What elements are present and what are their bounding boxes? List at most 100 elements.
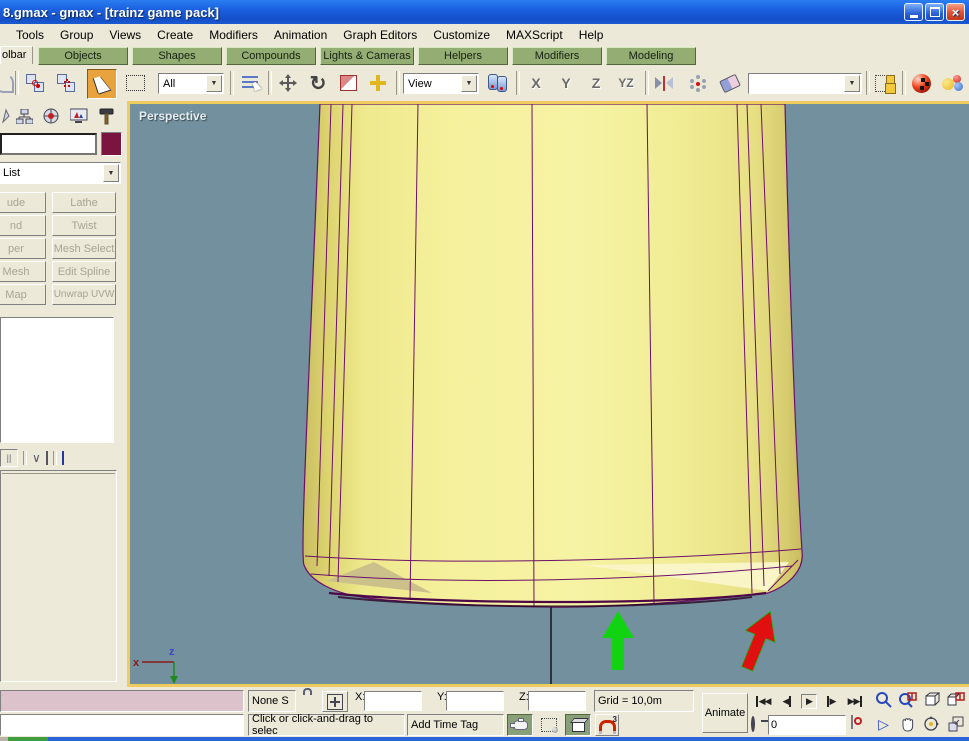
zoom-button[interactable] [872,689,895,711]
cylinder-object[interactable] [303,104,802,607]
z-coord-input[interactable] [528,691,586,711]
previous-frame-button[interactable]: ◀ [778,690,796,712]
modifier-stack-list[interactable] [0,317,114,443]
perspective-viewport[interactable]: Perspective [127,101,969,687]
mirror-button[interactable] [650,69,678,97]
menu-item-animation[interactable]: Animation [266,26,335,44]
adaptive-degradation-toggle[interactable] [507,714,533,736]
modifier-button-uvw-map[interactable]: Map [0,284,46,305]
selection-filter-toggle[interactable] [537,714,561,736]
reference-coordinate-dropdown[interactable]: View ▼ [403,73,479,94]
restrict-yz-plane-button[interactable]: YZ [609,71,643,95]
named-selection-dropdown[interactable]: ▼ [748,73,862,94]
select-and-manipulate-button[interactable] [364,69,392,97]
current-frame-input[interactable] [768,715,846,735]
pan-button[interactable] [896,713,919,735]
tab-modeling[interactable]: Modeling [606,47,696,65]
animate-button[interactable]: Animate [702,693,748,733]
zoom-all-button[interactable] [896,689,919,711]
tab-objects[interactable]: Objects [38,47,128,65]
next-frame-button[interactable]: ▶ [822,690,840,712]
modifier-button-twist[interactable]: Twist [52,215,116,236]
tab-lights-cameras[interactable]: Lights & Cameras [320,47,414,65]
show-end-result-button[interactable]: ∨ [32,451,41,465]
select-and-move-button[interactable] [274,69,302,97]
dropdown-arrow-icon[interactable]: ▼ [206,75,222,92]
menu-item-group[interactable]: Group [52,26,101,44]
render-button[interactable] [939,69,967,97]
command-tab-motion[interactable] [39,104,64,128]
modifier-button-mesh-select[interactable]: Mesh Select [52,238,116,259]
menu-item-tools[interactable]: Tools [8,26,52,44]
select-and-scale-button[interactable] [334,69,362,97]
close-button[interactable]: × [946,3,965,21]
selection-region-button[interactable] [121,69,149,97]
dropdown-arrow-icon[interactable]: ▼ [844,75,860,92]
object-color-swatch[interactable] [101,132,122,156]
zoom-extents-button[interactable] [920,689,943,711]
restore-button[interactable] [925,3,944,21]
menu-item-help[interactable]: Help [571,26,612,44]
y-coord-input[interactable] [446,691,504,711]
x-coord-input[interactable] [364,691,422,711]
menu-item-create[interactable]: Create [149,26,201,44]
title-bar[interactable]: 8.gmax - gmax - [trainz game pack] × [0,0,969,24]
unlink-selection-button[interactable] [52,69,80,97]
restrict-y-button[interactable]: Y [553,71,579,95]
modifier-button-bend[interactable]: nd [0,215,46,236]
material-editor-button[interactable] [907,69,935,97]
windows-taskbar-edge[interactable] [0,737,969,741]
tab-helpers[interactable]: Helpers [418,47,508,65]
time-configuration-button[interactable] [851,716,853,728]
snap-toggle-3d[interactable]: 3 [595,714,619,736]
modifier-button-edit-spline[interactable]: Edit Spline [52,261,116,282]
draft-mode-toggle[interactable] [565,714,591,736]
select-by-name-button[interactable] [236,69,264,97]
tab-main-toolbar[interactable]: olbar [0,46,33,64]
menu-item-views[interactable]: Views [101,26,149,44]
min-max-toggle-button[interactable] [944,713,967,735]
dropdown-arrow-icon[interactable]: ▼ [103,164,119,182]
modifier-button-edit-mesh[interactable]: Mesh [0,261,46,282]
go-to-start-button[interactable]: ◀◀ [752,690,774,712]
tab-compounds[interactable]: Compounds [226,47,316,65]
array-button[interactable] [684,69,712,97]
menu-item-modifiers[interactable]: Modifiers [201,26,266,44]
align-button[interactable] [716,69,744,97]
object-name-field[interactable] [0,133,97,155]
modifier-button-lathe[interactable]: Lathe [52,192,116,213]
command-tab-hierarchy[interactable] [12,104,37,128]
set-key-button[interactable] [751,718,755,730]
go-to-end-button[interactable]: ▶▶ [844,690,866,712]
tab-shapes[interactable]: Shapes [132,47,222,65]
menu-item-maxscript[interactable]: MAXScript [498,26,571,44]
maxscript-mini-listener-white[interactable] [0,714,244,736]
field-of-view-button[interactable]: ▷ [872,713,895,735]
menu-item-customize[interactable]: Customize [425,26,498,44]
modifier-list-dropdown[interactable]: List ▼ [0,162,121,184]
maxscript-mini-listener-pink[interactable] [0,690,244,712]
menu-item-graph-editors[interactable]: Graph Editors [335,26,425,44]
dropdown-arrow-icon[interactable]: ▼ [461,75,477,92]
select-and-rotate-button[interactable]: ↻ [304,69,332,97]
viewport-label[interactable]: Perspective [139,109,206,123]
restrict-z-button[interactable]: Z [583,71,609,95]
configure-modifier-sets-button[interactable] [62,452,64,464]
command-tab-utilities[interactable] [94,104,119,128]
modifier-button-unwrap-uvw[interactable]: Unwrap UVW [52,284,116,305]
modifier-button-taper[interactable]: per [0,238,46,259]
selection-filter-dropdown[interactable]: All ▼ [158,73,224,94]
track-view-button[interactable] [871,69,899,97]
select-object-button[interactable] [87,69,117,99]
tab-modifiers[interactable]: Modifiers [512,47,602,65]
remove-modifier-button[interactable] [46,452,48,464]
restrict-x-button[interactable]: X [523,71,549,95]
start-button-edge[interactable] [8,737,48,741]
absolute-mode-button[interactable] [322,691,348,712]
use-pivot-point-button[interactable] [484,69,512,97]
command-tab-display[interactable] [66,104,91,128]
named-selection-set-field[interactable]: None S [248,690,296,712]
zoom-extents-all-button[interactable] [944,689,967,711]
arc-rotate-button[interactable] [920,713,943,735]
select-and-link-button[interactable] [21,69,49,97]
